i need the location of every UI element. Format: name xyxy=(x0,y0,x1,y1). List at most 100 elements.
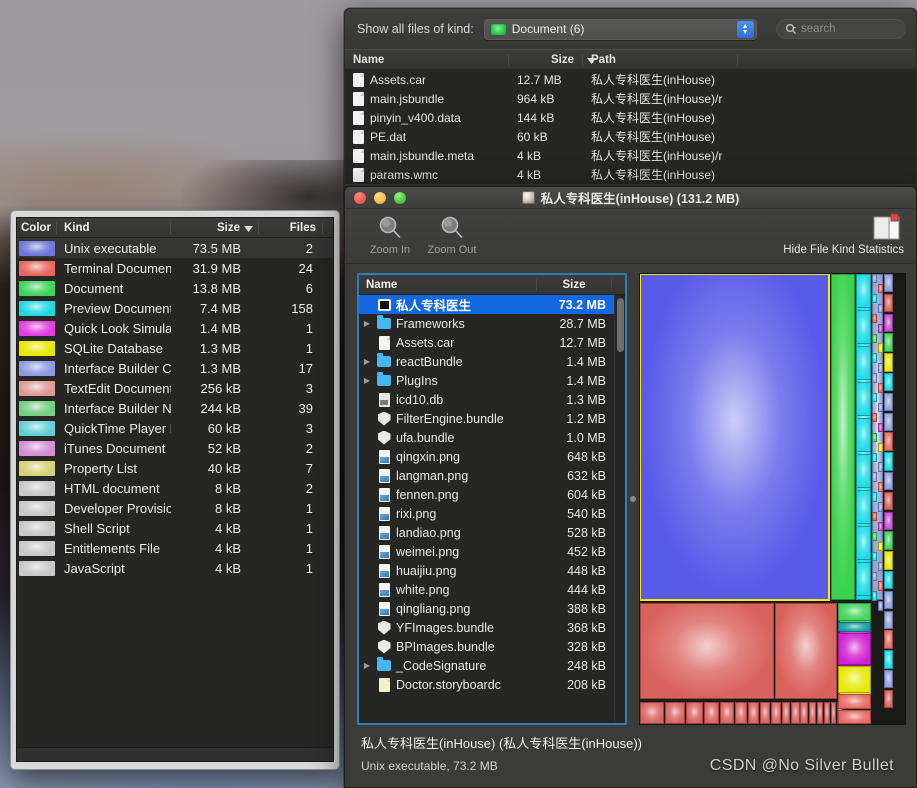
tree-row[interactable]: weimei.png452 kB xyxy=(359,542,614,561)
treemap-cell-small[interactable] xyxy=(878,403,884,412)
tree-row[interactable]: huaijiu.png448 kB xyxy=(359,561,614,580)
treemap-cell-small[interactable] xyxy=(878,562,884,571)
kind-files-window[interactable]: Show all files of kind: Document (6) ▲▼ … xyxy=(344,8,917,198)
tree-row[interactable]: rixi.png540 kB xyxy=(359,504,614,523)
pane-splitter[interactable] xyxy=(627,273,639,725)
treemap-cell-terminal-doc-small[interactable] xyxy=(771,702,781,725)
column-header-kind[interactable]: Kind xyxy=(57,222,171,234)
treemap-cell-small[interactable] xyxy=(884,492,893,510)
treemap-cell-terminal-doc-small[interactable] xyxy=(760,702,770,725)
treemap-cell-small[interactable] xyxy=(884,393,893,411)
treemap-cell-small[interactable] xyxy=(872,413,878,422)
treemap-cell-textedit-2[interactable] xyxy=(838,710,870,724)
treemap-cell-preview-doc[interactable] xyxy=(856,526,870,560)
treemap-cell-small[interactable] xyxy=(872,393,878,402)
treemap-cell-terminal-doc-big-2[interactable] xyxy=(775,603,837,700)
file-tree-pane[interactable]: Name Size 私人专科医生73.2 MB▶Frameworks28.7 M… xyxy=(357,273,627,725)
treemap-cell-small[interactable] xyxy=(884,294,893,312)
tree-row[interactable]: YFImages.bundle368 kB xyxy=(359,618,614,637)
tree-row[interactable]: qingxin.png648 kB xyxy=(359,447,614,466)
splitter-handle-icon[interactable] xyxy=(630,496,636,502)
column-header-size[interactable]: Size xyxy=(537,279,612,291)
treemap-cell-small[interactable] xyxy=(872,334,878,343)
treemap-cell-small[interactable] xyxy=(884,690,893,708)
tree-row[interactable]: fennen.png604 kB xyxy=(359,485,614,504)
treemap-cell-small[interactable] xyxy=(878,522,884,531)
treemap-cell-terminal-doc-big-1[interactable] xyxy=(640,603,774,700)
kind-files-list[interactable]: Assets.car12.7 MB私人专科医生(inHouse)main.jsb… xyxy=(345,70,916,184)
treemap-cell-small[interactable] xyxy=(872,472,878,481)
treemap-cell-small[interactable] xyxy=(884,472,893,490)
treemap-cell-small[interactable] xyxy=(878,502,884,511)
table-row[interactable]: HTML document8 kB2 xyxy=(17,478,333,498)
column-header-name[interactable]: Name xyxy=(345,54,509,66)
treemap-cell-interface-builder[interactable] xyxy=(838,603,870,621)
tree-row[interactable]: ▶reactBundle1.4 MB xyxy=(359,352,614,371)
treemap-cell-small[interactable] xyxy=(884,531,893,549)
treemap-cell-preview-doc[interactable] xyxy=(856,274,870,308)
treemap-cell-preview-doc[interactable] xyxy=(856,346,870,380)
tree-row[interactable]: white.png444 kB xyxy=(359,580,614,599)
table-row[interactable]: QuickTime Player Doc60 kB3 xyxy=(17,418,333,438)
tree-row[interactable]: ▶_CodeSignature248 kB xyxy=(359,656,614,675)
zoom-out-button[interactable]: Zoom Out xyxy=(421,213,483,256)
treemap-cell-small[interactable] xyxy=(878,462,884,471)
treemap-cell-small[interactable] xyxy=(878,423,884,432)
scrollbar-thumb[interactable] xyxy=(617,298,624,352)
treemap-cell-preview-doc[interactable] xyxy=(856,490,870,524)
main-window-titlebar[interactable]: 私人专科医生(inHouse) (131.2 MB) xyxy=(345,187,916,209)
statistics-row-list[interactable]: Unix executable73.5 MB2Terminal Document… xyxy=(17,238,333,578)
treemap-cell-textedit-1[interactable] xyxy=(838,694,870,709)
treemap-cell-small[interactable] xyxy=(884,512,893,530)
table-row[interactable]: Interface Builder NIB D244 kB39 xyxy=(17,398,333,418)
treemap-cell-preview-doc[interactable] xyxy=(856,310,870,344)
treemap-cell-terminal-doc-small[interactable] xyxy=(809,702,816,725)
treemap-cell-terminal-doc-small[interactable] xyxy=(720,702,734,725)
treemap-cell-unix-executable-main[interactable] xyxy=(640,274,829,600)
table-row[interactable]: SQLite Database1.3 MB1 xyxy=(17,338,333,358)
treemap-cell-small[interactable] xyxy=(872,274,878,283)
treemap-cell-terminal-doc-small[interactable] xyxy=(831,702,836,725)
treemap-cell-small[interactable] xyxy=(884,571,893,589)
treemap-cell-terminal-doc-small[interactable] xyxy=(640,702,664,725)
disk-inventory-main-window[interactable]: 私人专科医生(inHouse) (131.2 MB) Zoom In xyxy=(344,186,917,788)
treemap-cell-terminal-doc-small[interactable] xyxy=(748,702,759,725)
treemap-cell-small[interactable] xyxy=(878,363,884,372)
minimize-button[interactable] xyxy=(374,192,386,204)
treemap-cell-small[interactable] xyxy=(884,591,893,609)
treemap-cell-small[interactable] xyxy=(878,304,884,313)
treemap-cell-small[interactable] xyxy=(872,512,878,521)
treemap-cell-terminal-doc-small[interactable] xyxy=(704,702,719,725)
table-row[interactable]: JavaScript4 kB1 xyxy=(17,558,333,578)
treemap-cell-terminal-doc-small[interactable] xyxy=(817,702,823,725)
treemap-cell-small[interactable] xyxy=(884,551,893,569)
treemap-cell-preview-doc[interactable] xyxy=(856,454,870,488)
table-row[interactable]: Property List40 kB7 xyxy=(17,458,333,478)
treemap-cell-small[interactable] xyxy=(884,670,893,688)
treemap-cell-terminal-doc-small[interactable] xyxy=(665,702,685,725)
treemap-cell-terminal-doc-small[interactable] xyxy=(791,702,799,725)
table-row[interactable]: main.jsbundle964 kB私人专科医生(inHouse)/r xyxy=(345,89,916,108)
treemap-cell-small[interactable] xyxy=(878,324,884,333)
table-row[interactable]: Quick Look Simulator1.4 MB1 xyxy=(17,318,333,338)
file-tree-list[interactable]: 私人专科医生73.2 MB▶Frameworks28.7 MBAssets.ca… xyxy=(359,295,614,723)
treemap-cell-small[interactable] xyxy=(878,581,884,590)
treemap-cell-small[interactable] xyxy=(872,492,878,501)
treemap-cell-sqlite[interactable] xyxy=(838,666,870,693)
treemap-cell-preview-doc[interactable] xyxy=(856,418,870,452)
treemap-cell-terminal-doc-small[interactable] xyxy=(782,702,791,725)
column-header-name[interactable]: Name xyxy=(359,279,537,291)
column-header-files[interactable]: Files xyxy=(259,222,323,234)
treemap-cell-small[interactable] xyxy=(884,274,893,292)
table-row[interactable]: Interface Builder Com1.3 MB17 xyxy=(17,358,333,378)
treemap-cell-small[interactable] xyxy=(872,532,878,541)
treemap-cell-quicktime[interactable] xyxy=(838,622,870,632)
treemap-cell-small[interactable] xyxy=(878,383,884,392)
table-row[interactable]: PE.dat60 kB私人专科医生(inHouse) xyxy=(345,127,916,146)
table-row[interactable]: params.wmc4 kB私人专科医生(inHouse) xyxy=(345,165,916,184)
treemap-cell-small[interactable] xyxy=(872,314,878,323)
tree-row[interactable]: Assets.car12.7 MB xyxy=(359,333,614,352)
tree-row[interactable]: qingliang.png388 kB xyxy=(359,599,614,618)
column-header-size[interactable]: Size xyxy=(171,222,259,234)
treemap-cell-small[interactable] xyxy=(884,333,893,351)
